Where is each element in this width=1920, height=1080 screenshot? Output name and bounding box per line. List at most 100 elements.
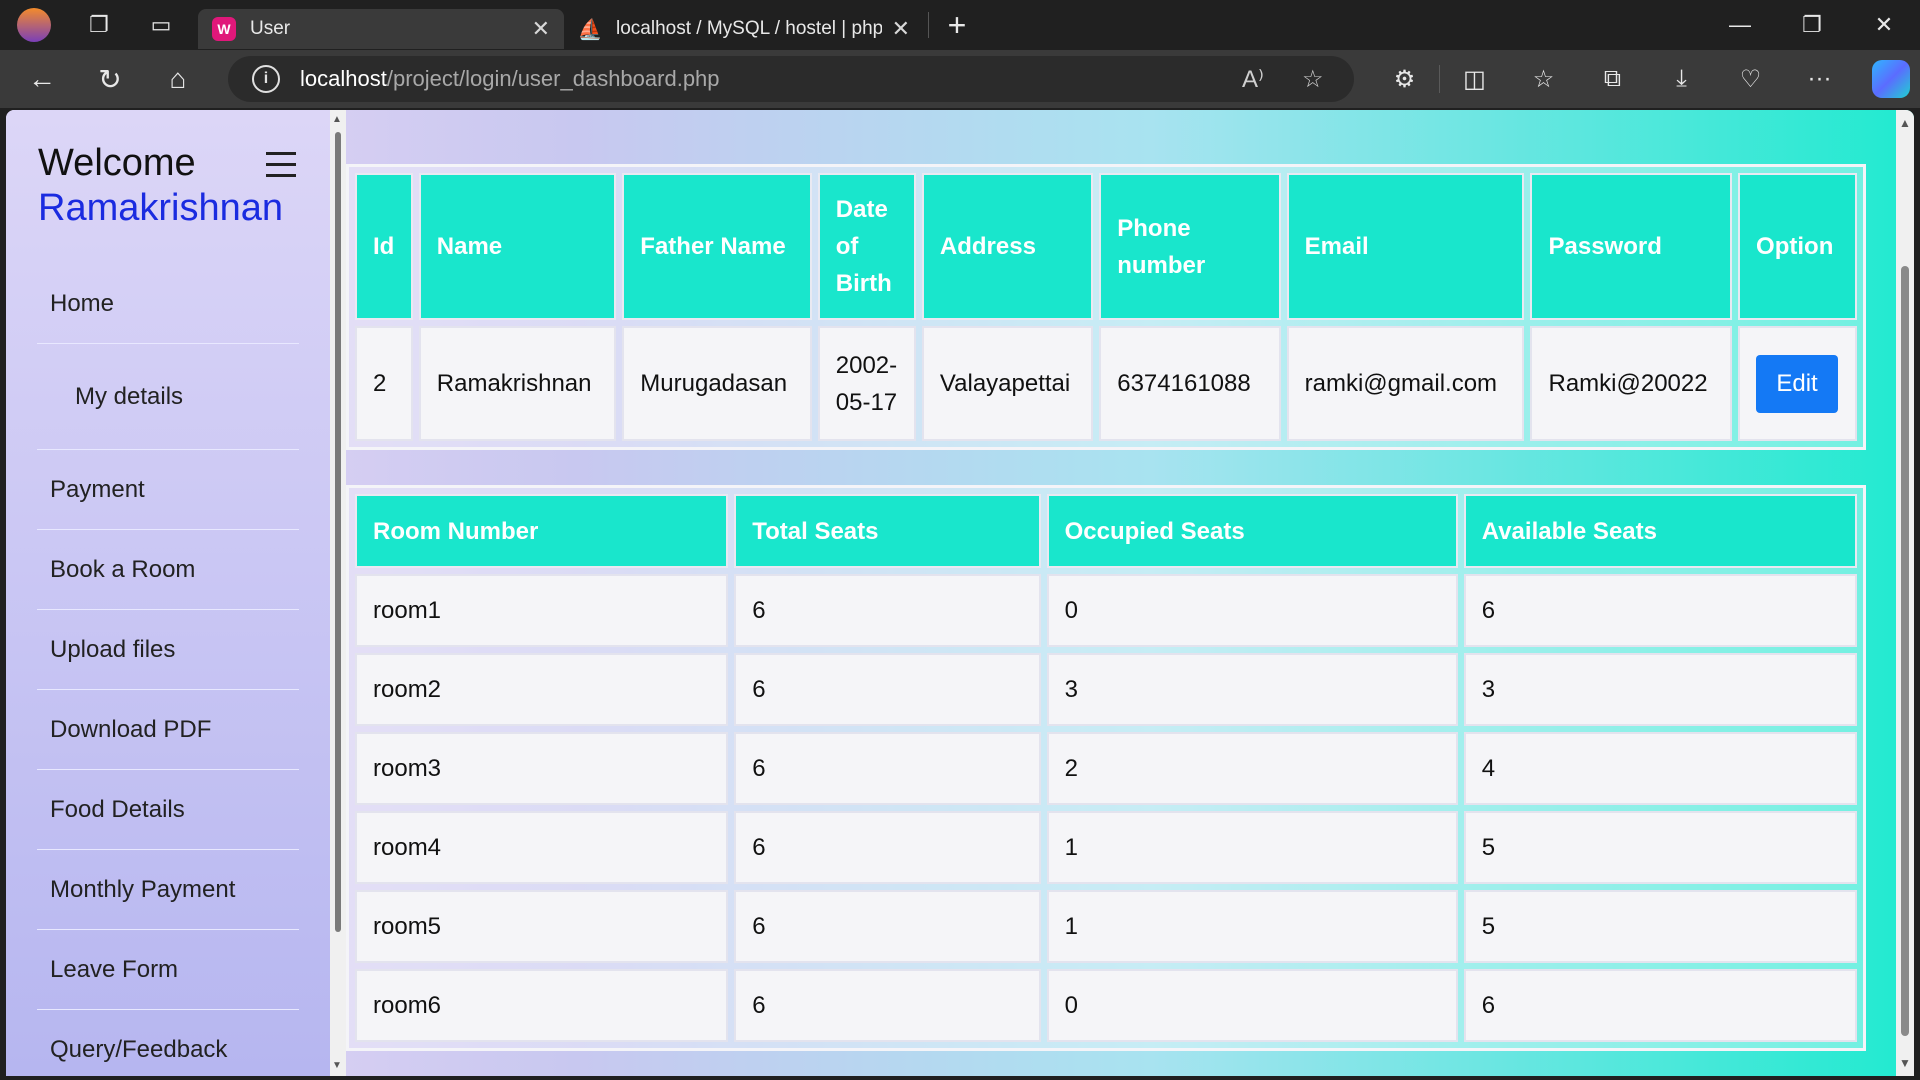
sidebar-item-upload-files[interactable]: Upload files: [37, 610, 299, 690]
sidebar-item-download-pdf[interactable]: Download PDF: [37, 690, 299, 770]
sidebar-item-home[interactable]: Home: [37, 264, 299, 344]
minimize-button[interactable]: —: [1704, 0, 1776, 50]
site-favicon-icon: W: [212, 17, 236, 41]
extensions-icon[interactable]: ⚙: [1370, 50, 1439, 108]
cell-available-seats: 6: [1463, 969, 1857, 1042]
address-bar[interactable]: i localhost/project/login/user_dashboard…: [228, 56, 1354, 102]
main-content: Id Name Father Name Date of Birth Addres…: [346, 110, 1896, 1076]
scroll-up-arrow-icon[interactable]: ▲: [1899, 116, 1911, 130]
cell-occupied-seats: 2: [1046, 732, 1458, 805]
cell-room-number: room2: [355, 653, 729, 726]
sidebar-item-monthly-payment[interactable]: Monthly Payment: [37, 850, 299, 930]
col-header-option: Option: [1738, 173, 1857, 320]
welcome-text: Welcome: [38, 142, 196, 184]
sidebar-item-my-details[interactable]: My details: [37, 344, 299, 450]
cell-name: Ramakrishnan: [418, 326, 617, 441]
cell-occupied-seats: 1: [1046, 811, 1458, 884]
read-aloud-icon[interactable]: A⁾: [1242, 65, 1264, 94]
url-path: /project/login/user_dashboard.php: [386, 66, 720, 91]
sidebar-item-payment[interactable]: Payment: [37, 450, 299, 530]
table-row: room5 6 1 5: [355, 890, 1857, 963]
scroll-down-arrow-icon[interactable]: ▼: [1899, 1056, 1911, 1070]
copilot-icon[interactable]: [1872, 60, 1910, 98]
cell-email: ramki@gmail.com: [1286, 326, 1525, 441]
cell-total-seats: 6: [734, 811, 1041, 884]
cell-room-number: room6: [355, 969, 729, 1042]
edit-button[interactable]: Edit: [1756, 354, 1839, 413]
cell-total-seats: 6: [734, 574, 1041, 647]
cell-available-seats: 3: [1463, 653, 1857, 726]
cell-available-seats: 4: [1463, 732, 1857, 805]
scroll-up-arrow-icon[interactable]: ▲: [332, 114, 342, 125]
table-row: room1 6 0 6: [355, 574, 1857, 647]
phpmyadmin-favicon-icon: ⛵: [577, 18, 603, 41]
cell-occupied-seats: 3: [1046, 653, 1458, 726]
sidebar-item-book-room[interactable]: Book a Room: [37, 530, 299, 610]
site-info-icon[interactable]: i: [252, 65, 280, 93]
tab-phpmyadmin[interactable]: ⛵ localhost / MySQL / hostel | phpM ✕: [564, 9, 924, 49]
tab-close-icon[interactable]: ✕: [892, 16, 910, 42]
col-header-email: Email: [1286, 173, 1525, 320]
col-header-father-name: Father Name: [622, 173, 812, 320]
cell-room-number: room1: [355, 574, 729, 647]
browser-tools: ⚙ ◫ ☆ ⧉ ⤓ ♡ ···: [1370, 50, 1910, 108]
table-row: room6 6 0 6: [355, 969, 1857, 1042]
cell-occupied-seats: 0: [1046, 574, 1458, 647]
back-button[interactable]: ←: [8, 50, 76, 108]
col-header-phone: Phone number: [1099, 173, 1281, 320]
col-header-occupied-seats: Occupied Seats: [1046, 494, 1458, 568]
page-scrollbar[interactable]: ▲ ▼: [1896, 110, 1914, 1076]
sidebar: Welcome Ramakrishnan Home My details Pay…: [6, 110, 330, 1076]
cell-address: Valayapettai: [921, 326, 1094, 441]
room-availability-table: Room Number Total Seats Occupied Seats A…: [346, 485, 1866, 1051]
home-button[interactable]: ⌂: [144, 50, 212, 108]
browser-essentials-icon[interactable]: ♡: [1716, 50, 1785, 108]
sidebar-scroll-thumb[interactable]: [335, 132, 341, 932]
tab-actions-icon[interactable]: ▭: [130, 0, 192, 50]
profile-avatar-icon[interactable]: [0, 0, 68, 50]
refresh-button[interactable]: ↻: [76, 50, 144, 108]
split-screen-icon[interactable]: ◫: [1440, 50, 1509, 108]
cell-total-seats: 6: [734, 653, 1041, 726]
downloads-icon[interactable]: ⤓: [1647, 50, 1716, 108]
tab-title: localhost / MySQL / hostel | phpM: [616, 18, 882, 39]
table-row: room2 6 3 3: [355, 653, 1857, 726]
close-window-button[interactable]: ✕: [1848, 0, 1920, 50]
sidebar-scrollbar[interactable]: ▲ ▼: [330, 110, 346, 1076]
cell-occupied-seats: 1: [1046, 890, 1458, 963]
browser-toolbar: ← ↻ ⌂ i localhost/project/login/user_das…: [0, 50, 1920, 108]
col-header-name: Name: [418, 173, 617, 320]
col-header-dob: Date of Birth: [817, 173, 916, 320]
col-header-address: Address: [921, 173, 1094, 320]
hamburger-menu-icon[interactable]: [266, 152, 296, 180]
sidebar-menu: Home My details Payment Book a Room Uplo…: [37, 264, 299, 1076]
cell-room-number: room3: [355, 732, 729, 805]
cell-father-name: Murugadasan: [622, 326, 812, 441]
restore-button[interactable]: ❐: [1776, 0, 1848, 50]
favorite-star-icon[interactable]: ☆: [1302, 65, 1324, 94]
cell-total-seats: 6: [734, 732, 1041, 805]
user-details-table: Id Name Father Name Date of Birth Addres…: [346, 164, 1866, 450]
cell-id: 2: [355, 326, 413, 441]
collections-icon[interactable]: ⧉: [1578, 50, 1647, 108]
cell-phone: 6374161088: [1099, 326, 1281, 441]
page-viewport: Welcome Ramakrishnan Home My details Pay…: [6, 110, 1914, 1076]
favorites-icon[interactable]: ☆: [1509, 50, 1578, 108]
tab-user[interactable]: W User ✕: [198, 9, 564, 49]
more-options-icon[interactable]: ···: [1785, 50, 1854, 108]
workspaces-icon[interactable]: ❐: [68, 0, 130, 50]
sidebar-item-query-feedback[interactable]: Query/Feedback: [37, 1010, 299, 1076]
scroll-down-arrow-icon[interactable]: ▼: [332, 1060, 342, 1071]
cell-total-seats: 6: [734, 969, 1041, 1042]
new-tab-button[interactable]: +: [935, 3, 979, 47]
sidebar-item-food-details[interactable]: Food Details: [37, 770, 299, 850]
table-row: 2 Ramakrishnan Murugadasan 2002-05-17 Va…: [355, 326, 1857, 441]
sidebar-item-leave-form[interactable]: Leave Form: [37, 930, 299, 1010]
tab-title: User: [250, 18, 291, 39]
cell-total-seats: 6: [734, 890, 1041, 963]
username-text: Ramakrishnan: [38, 187, 283, 229]
tab-close-icon[interactable]: ✕: [532, 16, 550, 42]
page-scroll-thumb[interactable]: [1901, 266, 1909, 1036]
col-header-password: Password: [1530, 173, 1733, 320]
cell-available-seats: 6: [1463, 574, 1857, 647]
